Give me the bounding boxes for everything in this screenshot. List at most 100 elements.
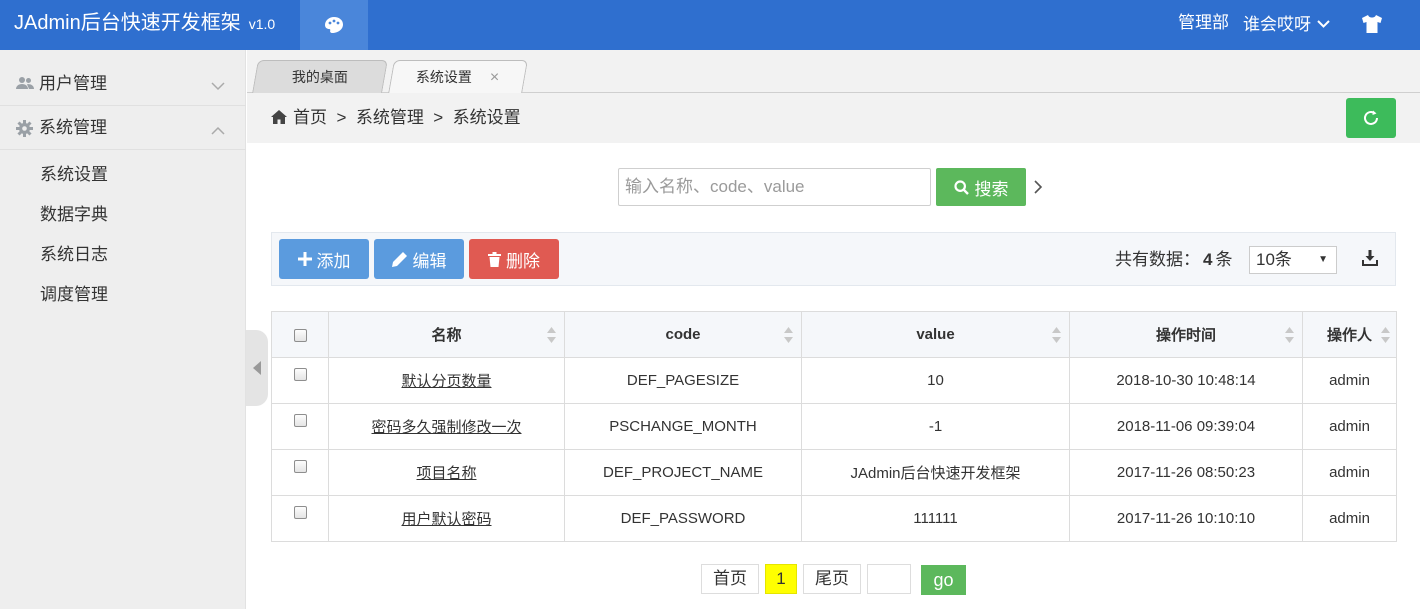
sidebar-collapse-handle[interactable]	[246, 330, 268, 406]
search-button[interactable]: 搜索	[936, 168, 1026, 206]
go-button[interactable]: go	[921, 565, 966, 595]
cell-name: 用户默认密码	[328, 495, 565, 542]
sidebar-item-label: 系统管理	[39, 118, 107, 137]
sidebar-item-user-management[interactable]: 用户管理	[0, 62, 246, 106]
row-checkbox[interactable]	[293, 505, 307, 519]
cell-value: -1	[801, 403, 1070, 450]
row-select-cell	[271, 357, 329, 404]
cell-value: 10	[801, 357, 1070, 404]
cell-name: 密码多久强制修改一次	[328, 403, 565, 450]
column-header-operator[interactable]: 操作人	[1302, 311, 1397, 358]
download-icon[interactable]	[1362, 250, 1378, 269]
cell-time: 2018-11-06 09:39:04	[1069, 403, 1303, 450]
column-label: 操作时间	[1155, 327, 1216, 344]
cell-operator: admin	[1302, 357, 1397, 404]
close-icon[interactable]: ×	[490, 69, 499, 86]
last-page-button[interactable]: 尾页	[803, 564, 861, 594]
column-header-code[interactable]: code	[564, 311, 802, 358]
column-label: 操作人	[1327, 327, 1373, 344]
submenu-data-dictionary[interactable]: 数据字典	[40, 195, 108, 235]
table-header-row: 名称 code value 操作时间 操作人	[271, 311, 1397, 358]
palette-icon	[325, 17, 343, 33]
refresh-button[interactable]	[1346, 98, 1396, 138]
submenu-system-settings[interactable]: 系统设置	[40, 155, 108, 195]
sort-icon	[1285, 325, 1294, 349]
cell-code: PSCHANGE_MONTH	[564, 403, 802, 450]
cell-code: DEF_PROJECT_NAME	[564, 449, 802, 496]
delete-button[interactable]: 删除	[469, 239, 559, 279]
user-menu[interactable]: 谁会哎呀	[1243, 0, 1330, 50]
row-checkbox[interactable]	[293, 367, 307, 381]
add-button-label: 添加	[316, 251, 351, 271]
app-brand[interactable]: JAdmin后台快速开发框架 v1.0	[14, 0, 275, 50]
cell-name: 默认分页数量	[328, 357, 565, 404]
tab-my-desktop[interactable]: 我的桌面	[252, 60, 388, 93]
setting-name-link[interactable]: 默认分页数量	[401, 373, 491, 390]
row-checkbox[interactable]	[293, 459, 307, 473]
current-page-button[interactable]: 1	[765, 564, 797, 594]
chevron-up-icon	[211, 122, 225, 138]
breadcrumb-text: 首页 > 系统管理 > 系统设置	[293, 108, 521, 127]
caret-left-icon	[253, 361, 261, 375]
setting-name-link[interactable]: 项目名称	[416, 465, 476, 482]
table-row[interactable]: 项目名称 DEF_PROJECT_NAME JAdmin后台快速开发框架 201…	[271, 449, 1397, 496]
caret-down-icon: ▼	[1318, 254, 1328, 265]
select-all-cell	[271, 311, 329, 358]
table-toolbar: 添加 编辑 删除 共有数据： 4 条 10条 ▼	[271, 232, 1396, 286]
tab-bar: 我的桌面 系统设置 ×	[247, 50, 1420, 94]
sort-icon	[1381, 325, 1390, 349]
top-header: JAdmin后台快速开发框架 v1.0 管理部 谁会哎呀	[0, 0, 1420, 50]
setting-name-link[interactable]: 密码多久强制修改一次	[371, 419, 521, 436]
select-all-checkbox[interactable]	[293, 328, 307, 342]
sidebar-item-system-management[interactable]: 系统管理	[0, 106, 246, 150]
page-jump-input[interactable]	[867, 564, 911, 594]
submenu-system-log[interactable]: 系统日志	[40, 235, 108, 275]
sidebar: 用户管理 系统管理 系统设置 数据字典 系统日志 调度管理	[0, 50, 246, 609]
column-header-name[interactable]: 名称	[328, 311, 565, 358]
submenu-scheduler[interactable]: 调度管理	[40, 275, 108, 315]
row-checkbox[interactable]	[293, 413, 307, 427]
trash-icon	[488, 251, 501, 267]
pencil-icon	[391, 252, 407, 267]
cell-time: 2017-11-26 08:50:23	[1069, 449, 1303, 496]
cell-operator: admin	[1302, 403, 1397, 450]
refresh-icon	[1364, 110, 1378, 125]
plus-icon	[297, 252, 312, 266]
total-suffix: 条	[1215, 250, 1233, 269]
department-label: 管理部	[1178, 13, 1229, 32]
username: 谁会哎呀	[1243, 15, 1311, 34]
table-row[interactable]: 默认分页数量 DEF_PAGESIZE 10 2018-10-30 10:48:…	[271, 357, 1397, 404]
column-header-value[interactable]: value	[801, 311, 1070, 358]
chevron-down-icon	[211, 78, 225, 94]
cell-value: 111111	[801, 495, 1070, 542]
column-label: 名称	[431, 327, 462, 344]
setting-name-link[interactable]: 用户默认密码	[401, 511, 491, 528]
column-header-time[interactable]: 操作时间	[1069, 311, 1303, 358]
settings-table: 名称 code value 操作时间 操作人 默认分页数量 DEF_PAGESI…	[271, 311, 1397, 542]
row-select-cell	[271, 449, 329, 496]
app-version: v1.0	[248, 16, 276, 32]
cell-code: DEF_PAGESIZE	[564, 357, 802, 404]
page-size-select[interactable]: 10条 ▼	[1249, 246, 1337, 274]
chevron-right-icon[interactable]	[1033, 179, 1043, 198]
search-input[interactable]	[618, 168, 931, 206]
first-page-button[interactable]: 首页	[701, 564, 759, 594]
add-button[interactable]: 添加	[279, 239, 369, 279]
theme-palette-button[interactable]	[300, 0, 368, 50]
row-select-cell	[271, 403, 329, 450]
edit-button[interactable]: 编辑	[374, 239, 464, 279]
tshirt-icon[interactable]	[1360, 14, 1384, 37]
breadcrumb: 首页 > 系统管理 > 系统设置	[247, 93, 1420, 143]
sort-icon	[547, 325, 556, 349]
gear-icon	[16, 120, 33, 140]
users-icon	[16, 76, 34, 93]
column-label: code	[665, 326, 701, 343]
tab-system-settings[interactable]: 系统设置 ×	[388, 60, 528, 94]
total-number: 4	[1203, 250, 1213, 269]
tab-label: 系统设置	[416, 69, 473, 85]
cell-time: 2018-10-30 10:48:14	[1069, 357, 1303, 404]
cell-name: 项目名称	[328, 449, 565, 496]
table-row[interactable]: 用户默认密码 DEF_PASSWORD 111111 2017-11-26 10…	[271, 495, 1397, 542]
table-row[interactable]: 密码多久强制修改一次 PSCHANGE_MONTH -1 2018-11-06 …	[271, 403, 1397, 450]
sort-icon	[1052, 325, 1061, 349]
